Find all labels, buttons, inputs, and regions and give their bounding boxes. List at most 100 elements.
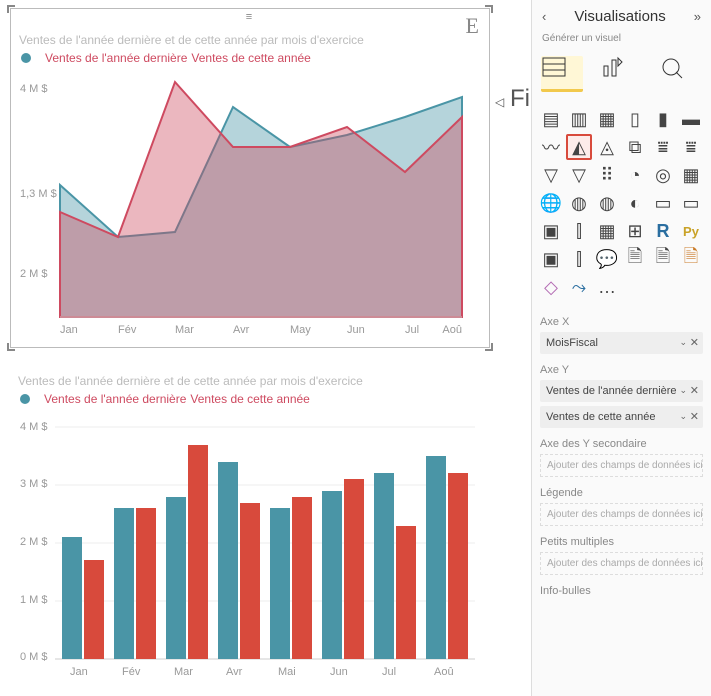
viz-clustered-bar-icon[interactable]: ▥	[566, 106, 592, 132]
viz-paginated2-icon[interactable]: 🗎	[650, 246, 676, 272]
viz-column3-icon[interactable]: ▬	[678, 106, 704, 132]
viz-map-icon[interactable]: 🌐	[538, 190, 564, 216]
resize-handle-br[interactable]	[485, 343, 493, 351]
svg-text:Fév: Fév	[122, 666, 141, 678]
pane-subtitle: Générer un visuel	[532, 33, 711, 50]
svg-text:Mai: Mai	[278, 666, 296, 678]
axis-y-field-2[interactable]: Ventes de cette année ⌄ ✕	[540, 406, 703, 428]
svg-text:4 M $: 4 M $	[20, 421, 48, 433]
svg-text:Aoû: Aoû	[434, 666, 454, 678]
drag-grip[interactable]: ≡	[246, 11, 254, 23]
viz-donut-icon[interactable]: ◎	[650, 162, 676, 188]
legend-swatch-series1	[20, 394, 30, 404]
legend-label-2: Ventes de cette année	[190, 392, 309, 406]
filters-collapse-icon[interactable]: ◁	[495, 95, 504, 109]
svg-text:May: May	[290, 324, 311, 336]
viz-stacked-bar-icon[interactable]: ▤	[538, 106, 564, 132]
viz-filled-map-icon[interactable]: ◍	[566, 190, 592, 216]
viz-column2-icon[interactable]: ▮	[650, 106, 676, 132]
viz-card-icon[interactable]: ▭	[650, 190, 676, 216]
axis-x-field[interactable]: MoisFiscal ⌄ ✕	[540, 332, 703, 354]
resize-handle-tr[interactable]	[485, 5, 493, 13]
viz-kv-icon[interactable]: ▣	[538, 246, 564, 272]
build-visual-tab[interactable]	[541, 56, 583, 92]
legend-well[interactable]: Ajouter des champs de données ici	[540, 503, 703, 526]
svg-text:Jan: Jan	[60, 324, 78, 336]
svg-text:Jul: Jul	[382, 666, 396, 678]
svg-text:3 M $: 3 M $	[20, 478, 48, 490]
analytics-tab[interactable]	[660, 56, 702, 92]
svg-text:Jun: Jun	[347, 324, 365, 336]
viz-gauge-icon[interactable]: ◐	[622, 190, 648, 216]
axis-y-label: Axe Y	[532, 358, 711, 376]
viz-report-icon[interactable]: 🗎	[678, 246, 704, 272]
svg-text:Aoû: Aoû	[442, 324, 462, 336]
legend-section-label: Légende	[532, 481, 711, 499]
resize-handle-tl[interactable]	[7, 5, 15, 13]
chevron-left-icon[interactable]: ‹	[542, 9, 546, 24]
remove-field-icon[interactable]: ✕	[690, 384, 699, 397]
remove-field-icon[interactable]: ✕	[690, 336, 699, 349]
area-chart-svg: 4 M $ 1,3 M $ 2 M $ Jan Fév Mar Avr May …	[19, 77, 481, 337]
resize-handle-bl[interactable]	[7, 343, 15, 351]
bar-chart-svg: 4 M $ 3 M $ 2 M $ 1 M $ 0 M $	[18, 415, 482, 680]
viz-matrix-icon[interactable]: ⊞	[622, 218, 648, 244]
viz-qna-icon[interactable]: 💬	[594, 246, 620, 272]
viz-scatter-icon[interactable]: ⠿	[594, 162, 620, 188]
viz-stacked-bar2-icon[interactable]: ▦	[594, 106, 620, 132]
viz-stacked-area-icon[interactable]: ◬	[594, 134, 620, 160]
axis-y-secondary-well[interactable]: Ajouter des champs de données ici	[540, 454, 703, 477]
viz-py-icon[interactable]: Py	[678, 218, 704, 244]
viz-funnel2-icon[interactable]: ▽	[566, 162, 592, 188]
viz-shape-map-icon[interactable]: ◍	[594, 190, 620, 216]
viz-multirow-card-icon[interactable]: ▭	[678, 190, 704, 216]
svg-text:0 M $: 0 M $	[20, 651, 48, 663]
small-multiples-well[interactable]: Ajouter des champs de données ici	[540, 552, 703, 575]
legend-label-1: Ventes de l'année dernière	[45, 51, 187, 65]
svg-text:Jul: Jul	[405, 324, 419, 336]
field-text: Ventes de l'année dernière	[546, 385, 677, 397]
bar-group-aou	[426, 456, 468, 659]
viz-area-icon[interactable]: ◭	[566, 134, 592, 160]
viz-pie-icon[interactable]: ◔	[622, 162, 648, 188]
viz-treemap-icon[interactable]: ▦	[678, 162, 704, 188]
viz-waterfall-icon[interactable]: ⩸	[650, 134, 676, 160]
chart-area-panel[interactable]: ≡ E Ventes de l'année dernière et de cet…	[10, 8, 490, 348]
expand-icon[interactable]: »	[694, 9, 701, 24]
remove-field-icon[interactable]: ✕	[690, 410, 699, 423]
legend: Ventes de l'année dernière Ventes de cet…	[11, 51, 489, 65]
viz-column-icon[interactable]: ▯	[622, 106, 648, 132]
chart-options-icon[interactable]: E	[466, 13, 479, 39]
viz-paginated-icon[interactable]: 🗎	[622, 246, 648, 272]
axis-y-field-1[interactable]: Ventes de l'année dernière ⌄ ✕	[540, 380, 703, 402]
viz-custom-icon[interactable]: ◇	[538, 274, 564, 300]
tooltips-label: Info-bulles	[532, 579, 711, 597]
viz-funnel-icon[interactable]: ▽	[538, 162, 564, 188]
axis-x-label: Axe X	[532, 310, 711, 328]
viz-kpi-icon[interactable]: ▣	[538, 218, 564, 244]
svg-text:Mar: Mar	[174, 666, 193, 678]
bar-group-jun	[322, 479, 364, 659]
chevron-down-icon[interactable]: ⌄	[679, 385, 687, 396]
viz-line-icon[interactable]: 〰	[538, 134, 564, 160]
chart-bar-panel[interactable]: Ventes de l'année dernière et de cette a…	[10, 360, 490, 690]
viz-slicer-icon[interactable]: ⫿	[566, 218, 592, 244]
svg-text:Jan: Jan	[70, 666, 88, 678]
svg-text:4 M $: 4 M $	[20, 83, 48, 95]
viz-table-icon[interactable]: ▦	[594, 218, 620, 244]
chevron-down-icon[interactable]: ⌄	[679, 411, 687, 422]
viz-more-icon[interactable]: …	[594, 274, 620, 300]
format-visual-tab[interactable]	[600, 56, 642, 92]
visualizations-pane: ‹ Visualisations » Générer un visuel ▤ ▥…	[531, 0, 711, 696]
bar-group-jul	[374, 473, 416, 659]
viz-r-icon[interactable]: R	[650, 218, 676, 244]
legend-label-2: Ventes de cette année	[191, 51, 310, 65]
bar-group-jan	[62, 537, 104, 659]
chevron-down-icon[interactable]: ⌄	[679, 337, 687, 348]
viz-flow-icon[interactable]: ⤳	[566, 274, 592, 300]
viz-waterfall2-icon[interactable]: ⩸	[678, 134, 704, 160]
viz-decomp-icon[interactable]: ⫿	[566, 246, 592, 272]
svg-text:2 M $: 2 M $	[20, 268, 48, 280]
field-text: MoisFiscal	[546, 337, 598, 349]
viz-ribbon-icon[interactable]: ⧉	[622, 134, 648, 160]
